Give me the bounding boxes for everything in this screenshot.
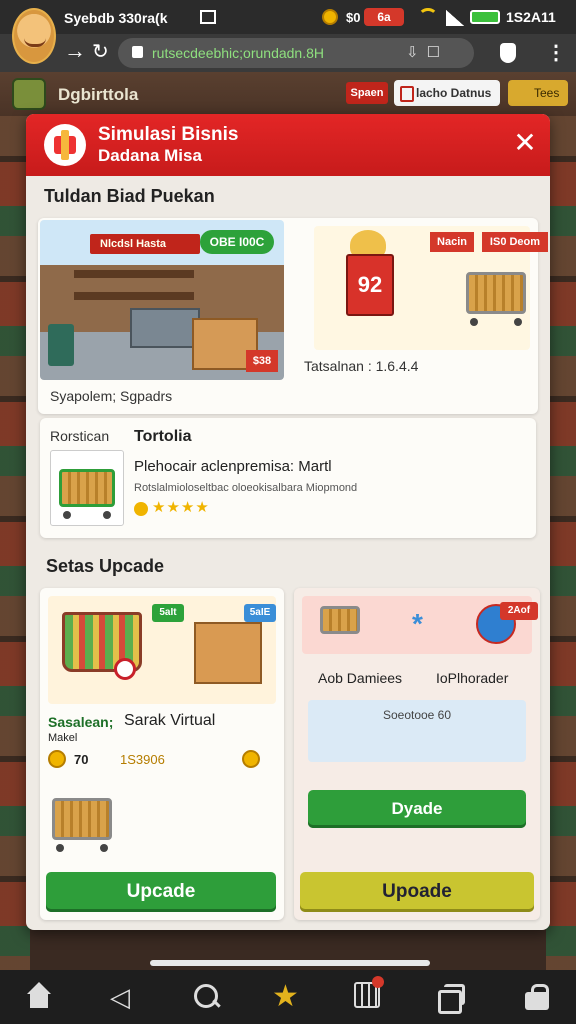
portfolio-card[interactable]: Rorstican Tortolia Plehocair aclenpremis… xyxy=(40,418,536,538)
portfolio-item-name: Plehocair aclenpremisa: Martl xyxy=(134,458,332,475)
trash-bin-icon xyxy=(48,324,74,366)
cash-caption: Tatsalnan : 1.6.4.4 xyxy=(304,358,419,374)
shelf xyxy=(74,270,194,278)
upgrade-left-label: Sasalean; xyxy=(48,714,114,730)
game-header: Dgbirttola Spaen lacho Datnus Tees xyxy=(0,72,576,116)
upgrade-card-right[interactable]: * 2Aof Aob Damiees IoPlhorader Soeotooe … xyxy=(294,588,540,920)
shopping-cart-icon xyxy=(59,469,115,507)
shop-badge: OBE I00C xyxy=(200,230,274,254)
upgrade-section-title: Setas Upcade xyxy=(46,556,165,576)
url-actions-icon[interactable]: ⇩☐ xyxy=(406,43,448,61)
arrow-left-icon[interactable]: → xyxy=(64,38,86,64)
shop-image[interactable]: Nlcdsl Hasta OBE I00C $38 xyxy=(40,220,284,380)
featured-section-title: Tuldan Biad Puekan xyxy=(44,186,215,206)
upgrade-button-green[interactable]: Dyade xyxy=(308,790,526,828)
home-indicator[interactable] xyxy=(150,960,430,966)
notification-dot xyxy=(372,976,384,988)
smile-icon xyxy=(134,502,148,516)
home-icon[interactable] xyxy=(24,982,54,1012)
coin-icon[interactable] xyxy=(242,750,260,768)
upgrade-right-col1: Aob Damiees xyxy=(318,670,403,686)
upgrade-tile: 5aIt 5aIE xyxy=(48,596,276,704)
cardboard-box-icon xyxy=(194,622,262,684)
game-logo-icon xyxy=(12,78,46,110)
back-triangle-icon[interactable]: ◁ xyxy=(110,982,140,1012)
browser-bar: → ↻ rutsecdeebhic;orundadn.8H ⇩☐ ⋮ xyxy=(0,34,576,72)
shop-price-tag: $38 xyxy=(246,350,278,372)
lock-icon xyxy=(132,46,143,58)
shopping-bag-icon[interactable] xyxy=(522,982,552,1012)
rating-stars: ★★★★ xyxy=(152,499,210,516)
modal-title: Simulasi Bisnis xyxy=(98,124,239,145)
status-bar: Syebdb 330ra(k $0 6a 1S2A11 xyxy=(0,0,576,34)
bottom-nav: ◁ ★ xyxy=(0,970,576,1024)
modal-header: Simulasi Bisnis Dadana Misa ✕ xyxy=(26,114,550,176)
business-icon xyxy=(44,124,86,166)
header-red-button[interactable]: Spaen xyxy=(346,82,388,104)
cart-wheels xyxy=(59,511,115,519)
upgrade-right-col2: IoPlhorader xyxy=(436,670,509,686)
upgrade-button-yellow[interactable]: Upoade xyxy=(300,872,534,912)
upgrade-left-sub: Makel xyxy=(48,732,78,744)
shop-caption: Syapolem; Sgpadrs xyxy=(50,388,173,404)
upgrade-info-text: Soeotooe 60 xyxy=(382,708,452,722)
status-title: Syebdb 330ra(k xyxy=(64,10,168,26)
modal-subtitle: Dadana Misa xyxy=(98,146,202,165)
basket-icon xyxy=(320,606,360,634)
url-text: rutsecdeebhic;orundadn.8H xyxy=(152,45,325,61)
basket-wheels xyxy=(466,318,526,326)
upgrade-left-name: Sarak Virtual xyxy=(124,712,216,729)
basket-icon xyxy=(466,272,526,314)
blue-chip: 5aIE xyxy=(244,604,276,622)
shield-icon[interactable] xyxy=(500,43,516,63)
red-chip: 2Aof xyxy=(500,602,538,620)
status-red-badge: 6a xyxy=(364,8,404,26)
green-chip: 5aIt xyxy=(152,604,184,622)
cart-thumbnail xyxy=(50,450,124,526)
game-title: Dgbirttola xyxy=(58,85,139,104)
basket-wheels xyxy=(52,844,112,852)
upgrade-right-tile: * 2Aof xyxy=(302,596,538,654)
business-modal: Simulasi Bisnis Dadana Misa ✕ Tuldan Bia… xyxy=(26,114,550,930)
tag-b: IS0 Deom xyxy=(482,232,548,252)
reload-icon[interactable]: ↻ xyxy=(92,39,109,64)
cash-register-icon: 92 xyxy=(346,254,394,316)
status-coin-value: $0 xyxy=(346,10,361,25)
coin-icon xyxy=(322,9,338,25)
upgrade-info-box: Soeotooe 60 xyxy=(308,700,526,762)
shop-counter xyxy=(130,308,200,348)
signal-icon xyxy=(446,10,464,26)
no-entry-icon xyxy=(114,658,136,680)
tabs-icon[interactable] xyxy=(436,982,466,1014)
portfolio-label: Rorstican xyxy=(50,428,110,444)
header-white-button[interactable]: lacho Datnus xyxy=(394,80,500,106)
upgrade-left-price: 1S3906 xyxy=(120,752,165,767)
more-menu-icon[interactable]: ⋮ xyxy=(546,40,566,65)
tag-a: Nacin xyxy=(430,232,474,252)
close-icon[interactable]: ✕ xyxy=(510,128,540,158)
background-scenery-right xyxy=(546,116,576,970)
user-avatar[interactable] xyxy=(12,8,56,64)
screenshot-icon xyxy=(200,10,216,24)
header-yellow-button[interactable]: Tees xyxy=(508,80,568,106)
upgrade-button-left[interactable]: Upcade xyxy=(46,872,276,912)
sparkle-icon: * xyxy=(412,608,423,639)
wifi-icon xyxy=(418,8,438,26)
shelf xyxy=(74,292,194,300)
cash-register-image[interactable]: 92 Nacin IS0 Deom xyxy=(314,226,548,350)
upgrade-card-left[interactable]: 5aIt 5aIE Sasalean; Sarak Virtual Makel … xyxy=(40,588,284,920)
upgrade-left-coins: 70 xyxy=(74,752,89,767)
portfolio-item-desc: Rotslalmioloseltbac oloeokisalbara Miopm… xyxy=(134,482,358,494)
battery-icon xyxy=(470,10,500,24)
star-icon[interactable]: ★ xyxy=(272,982,302,1012)
basket-icon xyxy=(52,798,112,840)
coin-icon xyxy=(48,750,66,768)
clock: 1S2A11 xyxy=(506,9,556,25)
portfolio-title: Tortolia xyxy=(134,428,192,445)
search-icon[interactable] xyxy=(192,982,222,1012)
shop-sign: Nlcdsl Hasta xyxy=(90,234,200,254)
